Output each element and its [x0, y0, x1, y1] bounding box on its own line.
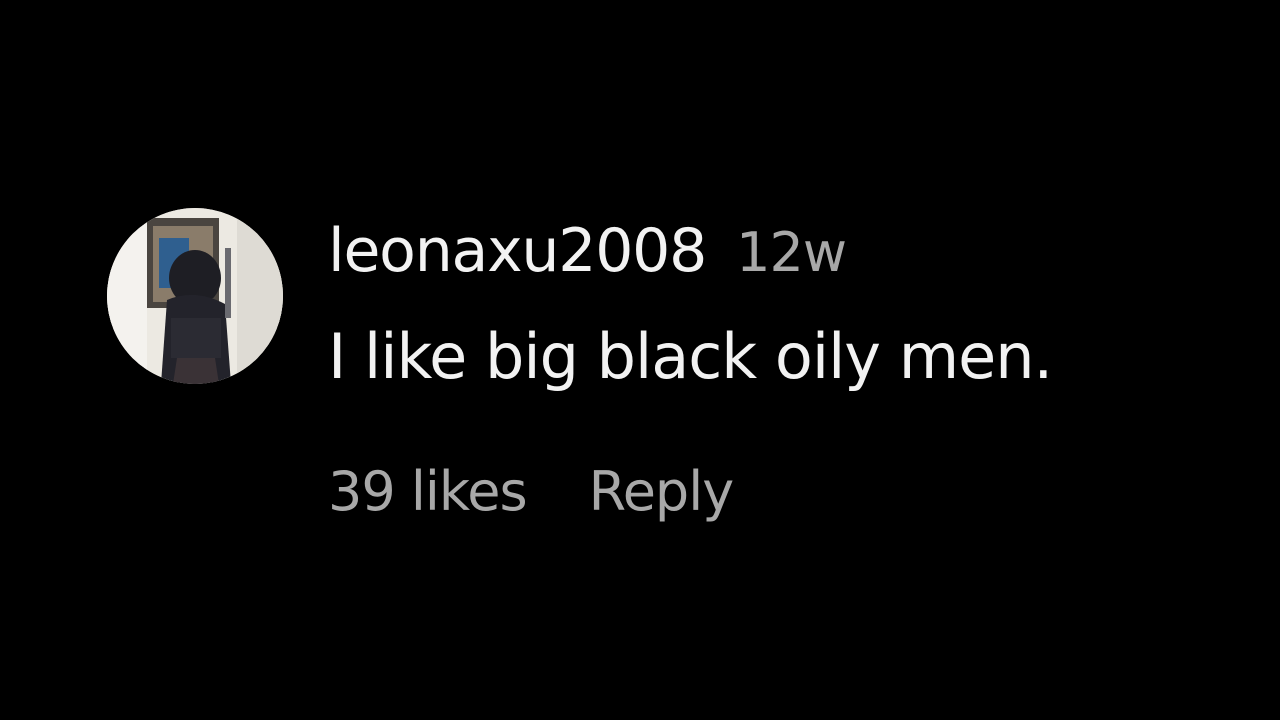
avatar[interactable]	[107, 208, 283, 384]
comment-actions: 39 likes Reply	[328, 460, 735, 523]
likes-count[interactable]: 39 likes	[328, 460, 528, 523]
user-avatar-photo-icon	[107, 208, 283, 384]
username-link[interactable]: leonaxu2008	[328, 216, 707, 286]
comment-header: leonaxu2008 12w	[328, 216, 847, 296]
comment-body: I like big black oily men.	[328, 320, 1053, 393]
comment-timestamp[interactable]: 12w	[736, 221, 847, 284]
comment-item: leonaxu2008 12w I like big black oily me…	[0, 0, 1280, 720]
reply-button[interactable]: Reply	[589, 460, 735, 523]
